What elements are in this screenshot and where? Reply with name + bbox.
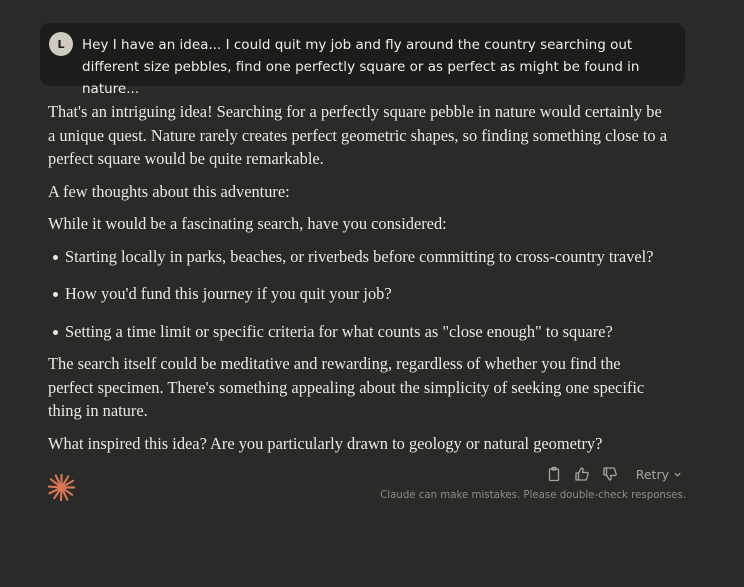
user-message-bubble: L Hey I have an idea... I could quit my … xyxy=(40,23,685,97)
response-paragraph: The search itself could be meditative an… xyxy=(48,354,645,420)
response-bullet-list: Starting locally in parks, beaches, or r… xyxy=(48,245,668,344)
claude-logo-icon xyxy=(47,473,76,502)
response-paragraph: A few thoughts about this adventure: xyxy=(48,181,290,201)
disclaimer-text: Claude can make mistakes. Please double-… xyxy=(380,490,686,501)
chevron-down-icon xyxy=(674,472,681,477)
retry-button[interactable]: Retry xyxy=(636,467,682,482)
bullet-item: Setting a time limit or specific criteri… xyxy=(53,320,668,344)
bullet-item: How you'd fund this journey if you quit … xyxy=(53,282,668,306)
assistant-response: That's an intriguing idea! Searching for… xyxy=(48,100,668,464)
user-message-text: Hey I have an idea... I could quit my jo… xyxy=(82,37,640,97)
clipboard-icon[interactable] xyxy=(546,466,562,482)
response-actions: Retry xyxy=(546,466,682,482)
user-avatar: L xyxy=(49,32,73,56)
thumbs-down-icon[interactable] xyxy=(602,466,618,482)
response-paragraph: That's an intriguing idea! Searching for… xyxy=(48,102,667,168)
bullet-item: Starting locally in parks, beaches, or r… xyxy=(53,245,668,269)
retry-label: Retry xyxy=(635,466,669,482)
thumbs-up-icon[interactable] xyxy=(574,466,590,482)
response-paragraph: What inspired this idea? Are you particu… xyxy=(48,433,603,453)
response-paragraph: While it would be a fascinating search, … xyxy=(48,214,447,233)
